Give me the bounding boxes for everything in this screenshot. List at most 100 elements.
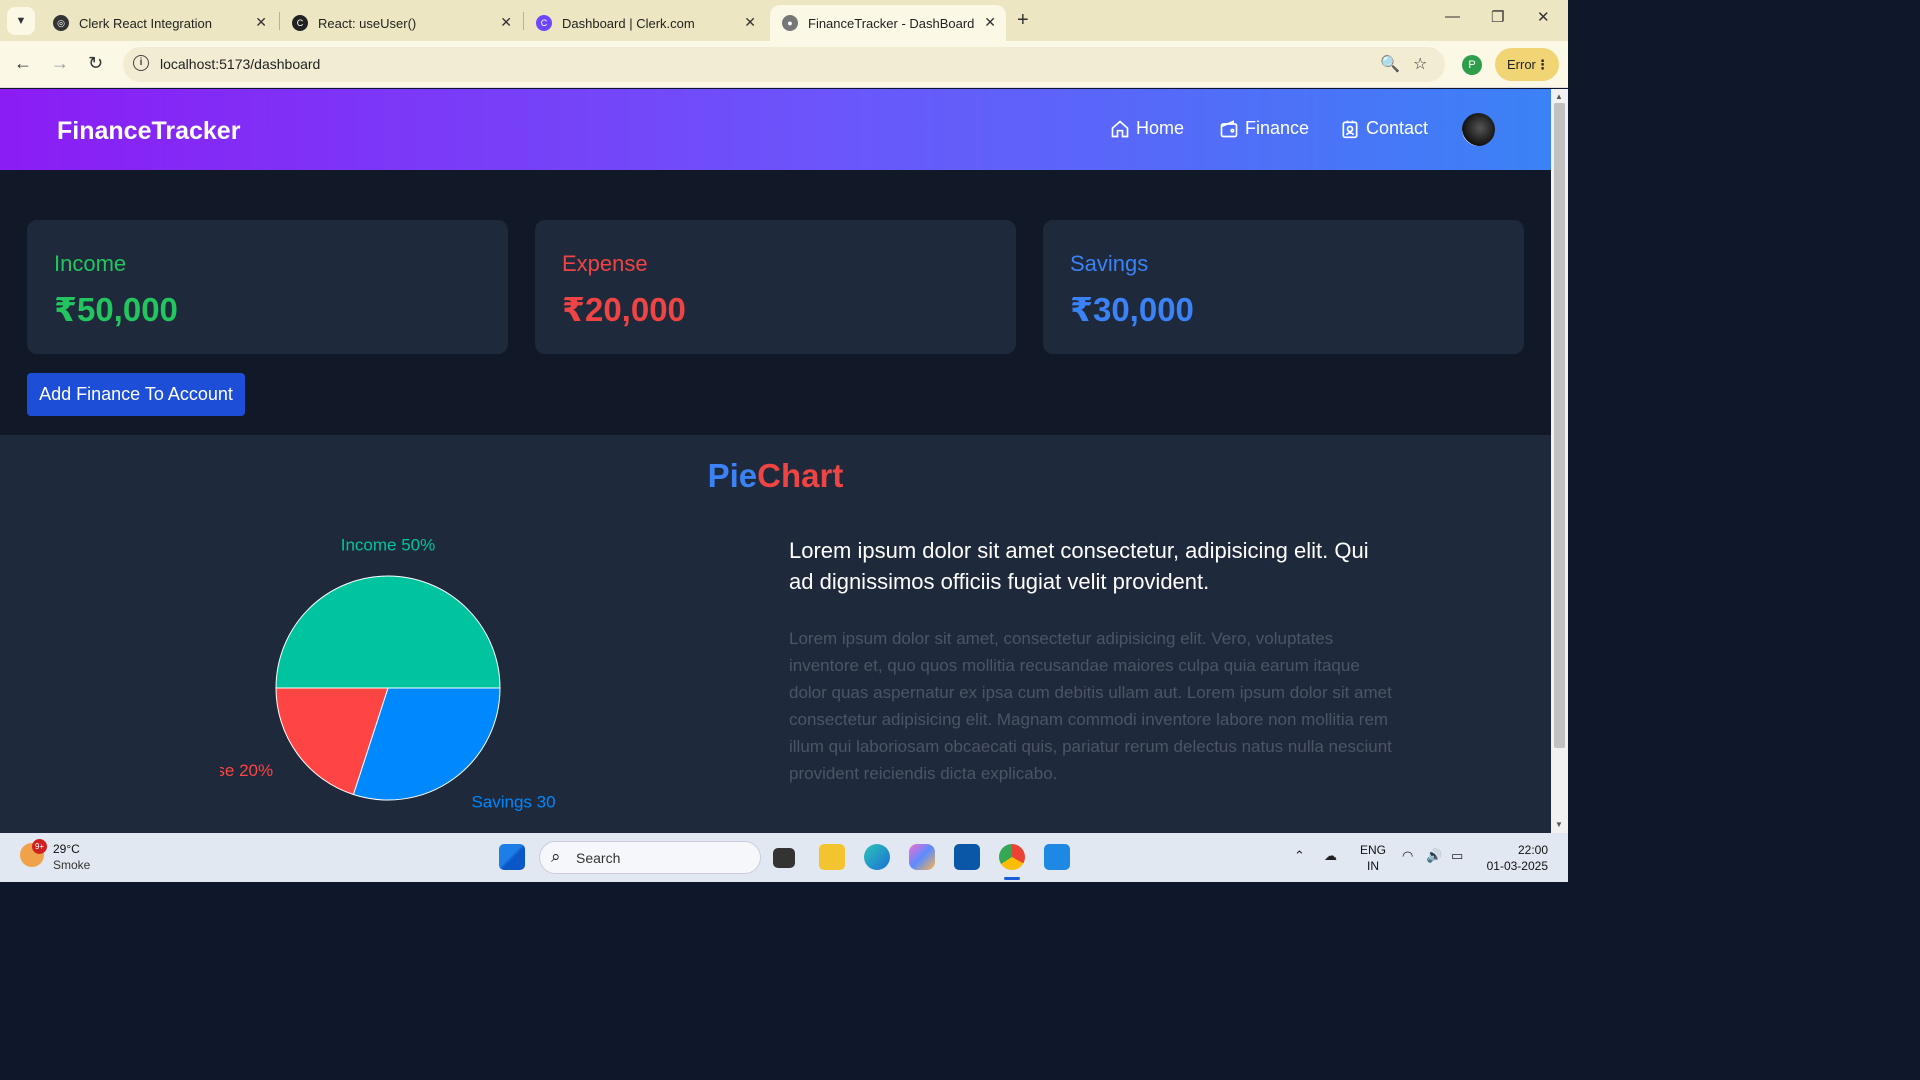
copilot-icon[interactable] (909, 844, 935, 870)
tab-title: React: useUser() (318, 15, 417, 31)
pie-chart: Income 50% Savings 30% Expense 20% (220, 535, 556, 811)
app-viewport: FinanceTracker Home Finance Contact Inco… (0, 89, 1551, 833)
more-menu-icon: ⋮ (1536, 57, 1549, 72)
edge-icon[interactable] (864, 844, 890, 870)
clerk-favicon-icon: C (292, 15, 308, 31)
card-value: ₹50,000 (54, 291, 178, 328)
temperature[interactable]: 29°C (53, 842, 80, 856)
tab-title: Clerk React Integration (79, 15, 212, 31)
wallet-icon (1220, 119, 1238, 137)
nav-finance-link[interactable]: Finance (1219, 118, 1309, 139)
pie-label-income: Income 50% (341, 535, 436, 554)
globe-icon: ● (782, 15, 798, 31)
top-navbar: FinanceTracker Home Finance Contact (0, 89, 1551, 170)
back-arrow-icon[interactable]: ← (14, 53, 32, 74)
system-clock[interactable]: 22:00 01-03-2025 (1484, 842, 1548, 874)
add-finance-button[interactable]: Add Finance To Account (27, 373, 245, 416)
browser-tab-active[interactable]: ● FinanceTracker - DashBoard ✕ (770, 5, 1006, 41)
windows-taskbar: 9+ 29°C Smoke ⌕ Search ⌃ ☁ ENG IN ◠ 🔊 ▭ … (0, 833, 1568, 882)
new-tab-icon[interactable]: + (1017, 9, 1029, 32)
card-title: Expense (562, 251, 648, 276)
site-info-icon[interactable]: i (133, 55, 149, 71)
profile-avatar[interactable]: P (1462, 55, 1482, 75)
search-label: Search (576, 850, 621, 866)
clerk-favicon-icon: ◎ (53, 15, 69, 31)
home-icon (1111, 119, 1129, 137)
page-scrollbar[interactable]: ▲ ▼ (1551, 89, 1568, 833)
savings-card: Savings ₹30,000 (1043, 220, 1524, 354)
browser-tab[interactable]: C Dashboard | Clerk.com ✕ (524, 5, 766, 41)
active-app-indicator (1004, 877, 1020, 880)
clock-time: 22:00 (1517, 843, 1548, 857)
pie-chart-heading: PieChart (0, 457, 1551, 495)
close-tab-icon[interactable]: ✕ (984, 14, 996, 31)
heading-part-pie: Pie (707, 457, 758, 494)
lang-line2: IN (1367, 859, 1379, 873)
app-logo[interactable]: FinanceTracker (57, 117, 240, 146)
contact-icon (1342, 120, 1358, 138)
scrollbar-thumb[interactable] (1554, 103, 1565, 748)
scroll-up-icon[interactable]: ▲ (1555, 92, 1563, 101)
taskbar-search[interactable]: ⌕ Search (539, 841, 761, 874)
heading-part-chart: Chart (757, 457, 844, 494)
browser-tab[interactable]: ◎ Clerk React Integration ✕ (41, 5, 277, 41)
task-view-icon[interactable] (773, 848, 795, 868)
reload-icon[interactable]: ↻ (88, 53, 103, 74)
chrome-icon[interactable] (999, 844, 1025, 870)
wifi-icon[interactable]: ◠ (1402, 848, 1413, 864)
clerk-favicon-icon: C (536, 15, 552, 31)
nav-label: Finance (1245, 118, 1310, 138)
close-tab-icon[interactable]: ✕ (255, 14, 267, 31)
onedrive-icon[interactable]: ☁ (1324, 848, 1337, 864)
nav-label: Contact (1366, 118, 1429, 138)
tab-search-dropdown[interactable]: ▼ (7, 7, 35, 35)
lead-paragraph: Lorem ipsum dolor sit amet consectetur, … (789, 538, 1369, 594)
nav-contact-link[interactable]: Contact (1340, 118, 1428, 139)
bookmark-star-icon[interactable]: ☆ (1413, 54, 1427, 74)
lang-line1: ENG (1360, 843, 1387, 857)
close-tab-icon[interactable]: ✕ (500, 14, 512, 31)
browser-tab-bar: ▼ ◎ Clerk React Integration ✕ C React: u… (0, 0, 1568, 41)
weather-badge: 9+ (32, 839, 47, 854)
zoom-icon[interactable]: 🔍 (1380, 54, 1400, 74)
file-explorer-icon[interactable] (819, 844, 845, 870)
browser-tab[interactable]: C React: useUser() ✕ (280, 5, 522, 41)
card-title: Savings (1070, 251, 1149, 276)
chevron-down-icon: ▼ (15, 15, 27, 27)
forward-arrow-icon[interactable]: → (51, 53, 69, 74)
pie-label-savings: Savings 30% (471, 792, 556, 811)
pie-label-expense: Expense 20% (220, 761, 273, 780)
error-label: Error (1507, 57, 1536, 72)
card-title: Income (54, 251, 127, 276)
error-button[interactable]: Error ⋮ (1495, 48, 1559, 81)
body-paragraph: Lorem ipsum dolor sit amet, consectetur … (789, 629, 1392, 783)
restore-icon[interactable]: ❐ (1491, 8, 1504, 26)
language-indicator[interactable]: ENG IN (1360, 842, 1386, 874)
clock-date: 01-03-2025 (1486, 859, 1548, 873)
card-value: ₹30,000 (1070, 291, 1194, 328)
pie-slice-income[interactable] (275, 575, 501, 689)
scroll-down-icon[interactable]: ▼ (1555, 820, 1563, 829)
user-avatar[interactable] (1462, 113, 1495, 146)
tab-title: FinanceTracker - DashBoard (808, 15, 975, 31)
minimize-icon[interactable]: — (1445, 8, 1460, 25)
browser-toolbar: ← → ↻ i localhost:5173/dashboard 🔍 ☆ P E… (0, 41, 1568, 88)
close-tab-icon[interactable]: ✕ (744, 14, 756, 31)
window-close-icon[interactable]: ✕ (1537, 8, 1550, 26)
vscode-icon[interactable] (1044, 844, 1070, 870)
expense-card: Expense ₹20,000 (535, 220, 1016, 354)
windows-start-icon[interactable] (499, 844, 525, 870)
nav-label: Home (1136, 118, 1185, 138)
search-icon: ⌕ (551, 847, 561, 866)
income-card: Income ₹50,000 (27, 220, 508, 354)
weather-condition[interactable]: Smoke (53, 858, 90, 872)
battery-icon[interactable]: ▭ (1451, 848, 1463, 864)
volume-icon[interactable]: 🔊 (1426, 848, 1442, 864)
dell-icon[interactable] (954, 844, 980, 870)
url-text[interactable]: localhost:5173/dashboard (160, 56, 320, 72)
tray-expand-icon[interactable]: ⌃ (1294, 848, 1305, 864)
nav-home-link[interactable]: Home (1110, 118, 1184, 139)
card-value: ₹20,000 (562, 291, 686, 328)
tab-title: Dashboard | Clerk.com (562, 15, 695, 31)
address-bar[interactable]: i localhost:5173/dashboard 🔍 ☆ (123, 47, 1445, 82)
